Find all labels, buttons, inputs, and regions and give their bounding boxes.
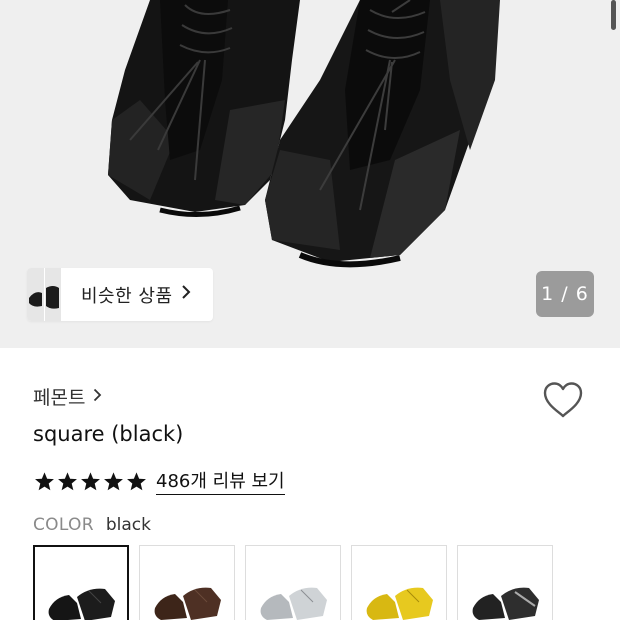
chevron-right-icon [93,386,102,407]
star-rating [34,471,147,492]
star-icon [58,471,77,490]
chevron-right-icon [181,284,191,305]
product-title: square (black) [33,422,184,446]
selected-color-value: black [105,515,151,535]
product-image-gallery[interactable]: 비슷한 상품 1 / 6 [0,0,620,348]
brand-name: 페몬트 [33,387,86,409]
color-swatch-brown[interactable] [139,545,235,620]
heart-outline-icon[interactable] [541,380,585,420]
image-counter: 1 / 6 [536,271,594,317]
brand-link[interactable]: 페몬트 [33,383,102,410]
similar-products-label: 비슷한 상품 [81,285,173,307]
view-reviews-link[interactable]: 486개 리뷰 보기 [156,467,285,495]
color-swatch-list [33,545,553,620]
similar-products-button[interactable]: 비슷한 상품 [27,268,213,321]
color-swatch-yellow[interactable] [351,545,447,620]
color-swatch-black-grey[interactable] [457,545,553,620]
color-swatch-black[interactable] [33,545,129,620]
star-icon [81,471,100,490]
star-icon [104,471,123,490]
color-label: COLOR [33,515,94,535]
color-selector-header: COLOR black [33,515,151,535]
star-icon [127,471,146,490]
color-swatch-silver[interactable] [245,545,341,620]
rating-row: 486개 리뷰 보기 [34,467,285,495]
similar-product-thumbnail [27,268,61,321]
page-scrollbar[interactable] [611,0,616,30]
star-icon [35,471,54,490]
